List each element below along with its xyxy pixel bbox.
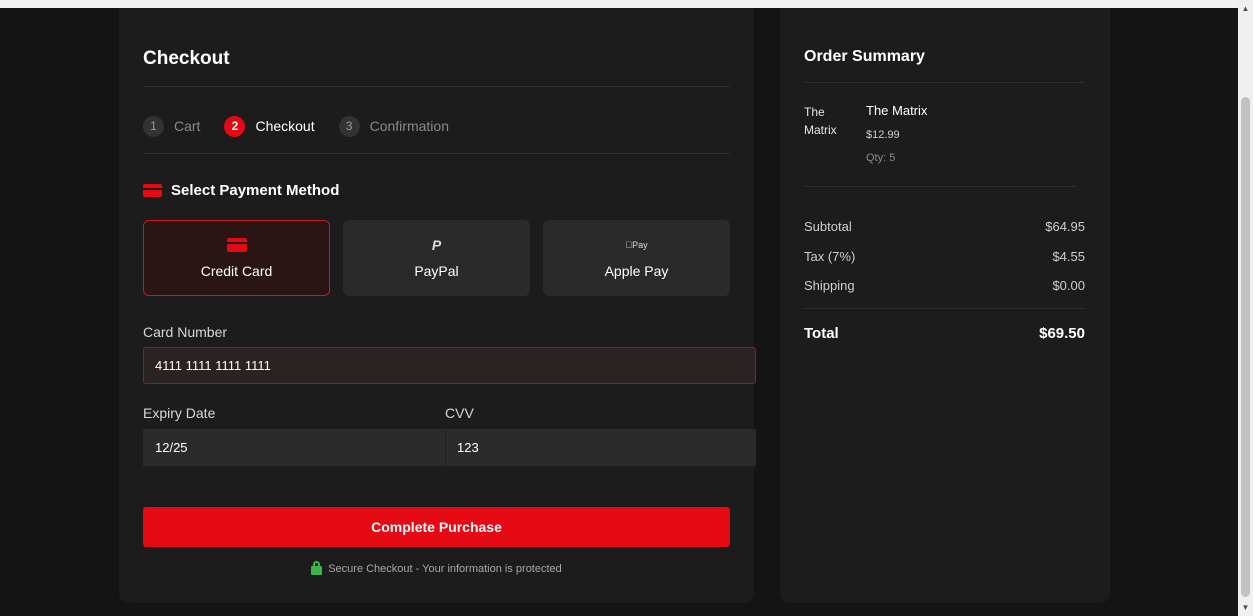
subtotal-label: Subtotal xyxy=(804,219,852,234)
secure-text: Secure Checkout - Your information is pr… xyxy=(328,562,562,575)
total-label: Total xyxy=(804,325,839,342)
section-title: Select Payment Method xyxy=(171,182,340,199)
item-price: $12.99 xyxy=(866,129,900,141)
step-cart[interactable]: 1 Cart xyxy=(143,115,201,137)
divider xyxy=(804,186,1077,187)
step-number: 3 xyxy=(338,115,360,137)
scroll-up-arrow-icon[interactable]: ▲ xyxy=(1238,0,1253,17)
payment-method-paypal[interactable]: P PayPal xyxy=(343,220,530,296)
cvv-input[interactable]: 123 xyxy=(445,429,756,466)
step-label: Checkout xyxy=(255,118,315,134)
tax-value: $4.55 xyxy=(1052,249,1085,264)
step-number: 2 xyxy=(224,115,246,137)
payment-method-label: PayPal xyxy=(414,263,459,279)
order-summary-panel: Order Summary The Matrix The Matrix $12.… xyxy=(780,8,1110,603)
payment-method-credit-card[interactable]: Credit Card xyxy=(143,220,330,296)
step-label: Cart xyxy=(174,118,201,134)
subtotal-value: $64.95 xyxy=(1045,219,1085,234)
card-number-input[interactable]: 4111 1111 1111 1111 xyxy=(143,347,756,384)
checkout-panel: Checkout 1 Cart 2 Checkout 3 Confirmatio… xyxy=(119,8,756,603)
expiry-date-input[interactable]: 12/25 xyxy=(143,429,445,466)
step-label: Confirmation xyxy=(369,118,449,134)
secure-checkout-note: Secure Checkout - Your information is pr… xyxy=(119,561,754,575)
payment-method-label: Apple Pay xyxy=(604,263,669,279)
card-number-label: Card Number xyxy=(143,324,228,340)
scrollbar-thumb[interactable] xyxy=(1241,97,1250,597)
total-row: Total $69.50 xyxy=(804,325,1085,342)
expiry-date-label: Expiry Date xyxy=(143,405,216,421)
item-image: The Matrix xyxy=(804,105,837,137)
scroll-down-arrow-icon[interactable]: ▼ xyxy=(1238,599,1253,616)
step-number: 1 xyxy=(143,115,164,137)
paypal-icon: P xyxy=(431,237,442,253)
tax-label: Tax (7%) xyxy=(804,249,856,264)
payment-method-heading: Select Payment Method xyxy=(143,182,339,199)
total-value: $69.50 xyxy=(1039,325,1085,342)
shipping-value: $0.00 xyxy=(1052,278,1085,293)
page-title: Checkout xyxy=(143,48,230,69)
credit-card-icon xyxy=(143,184,162,197)
item-quantity: Qty: 5 xyxy=(866,152,896,164)
shipping-row: Shipping $0.00 xyxy=(804,278,1085,293)
divider xyxy=(804,308,1085,309)
tax-row: Tax (7%) $4.55 xyxy=(804,249,1085,264)
divider xyxy=(804,82,1085,83)
divider xyxy=(143,86,730,87)
checkout-steps: 1 Cart 2 Checkout 3 Confirmation xyxy=(143,115,473,137)
credit-card-icon xyxy=(226,238,247,252)
apple-pay-icon: Pay xyxy=(625,240,647,250)
lock-icon xyxy=(311,561,323,575)
page-scrollbar[interactable]: ▲ ▼ xyxy=(1238,0,1253,616)
complete-purchase-button[interactable]: Complete Purchase xyxy=(143,507,730,547)
summary-title: Order Summary xyxy=(804,48,925,65)
top-strip xyxy=(0,0,1238,8)
cvv-label: CVV xyxy=(445,405,474,421)
subtotal-row: Subtotal $64.95 xyxy=(804,219,1085,234)
shipping-label: Shipping xyxy=(804,278,855,293)
step-checkout[interactable]: 2 Checkout xyxy=(224,115,315,137)
item-name: The Matrix xyxy=(866,103,928,118)
payment-method-apple-pay[interactable]: Pay Apple Pay xyxy=(543,220,730,296)
divider xyxy=(143,153,730,154)
payment-method-label: Credit Card xyxy=(200,263,273,279)
payment-methods: Credit Card P PayPal Pay Apple Pay xyxy=(143,220,730,296)
step-confirmation[interactable]: 3 Confirmation xyxy=(338,115,449,137)
